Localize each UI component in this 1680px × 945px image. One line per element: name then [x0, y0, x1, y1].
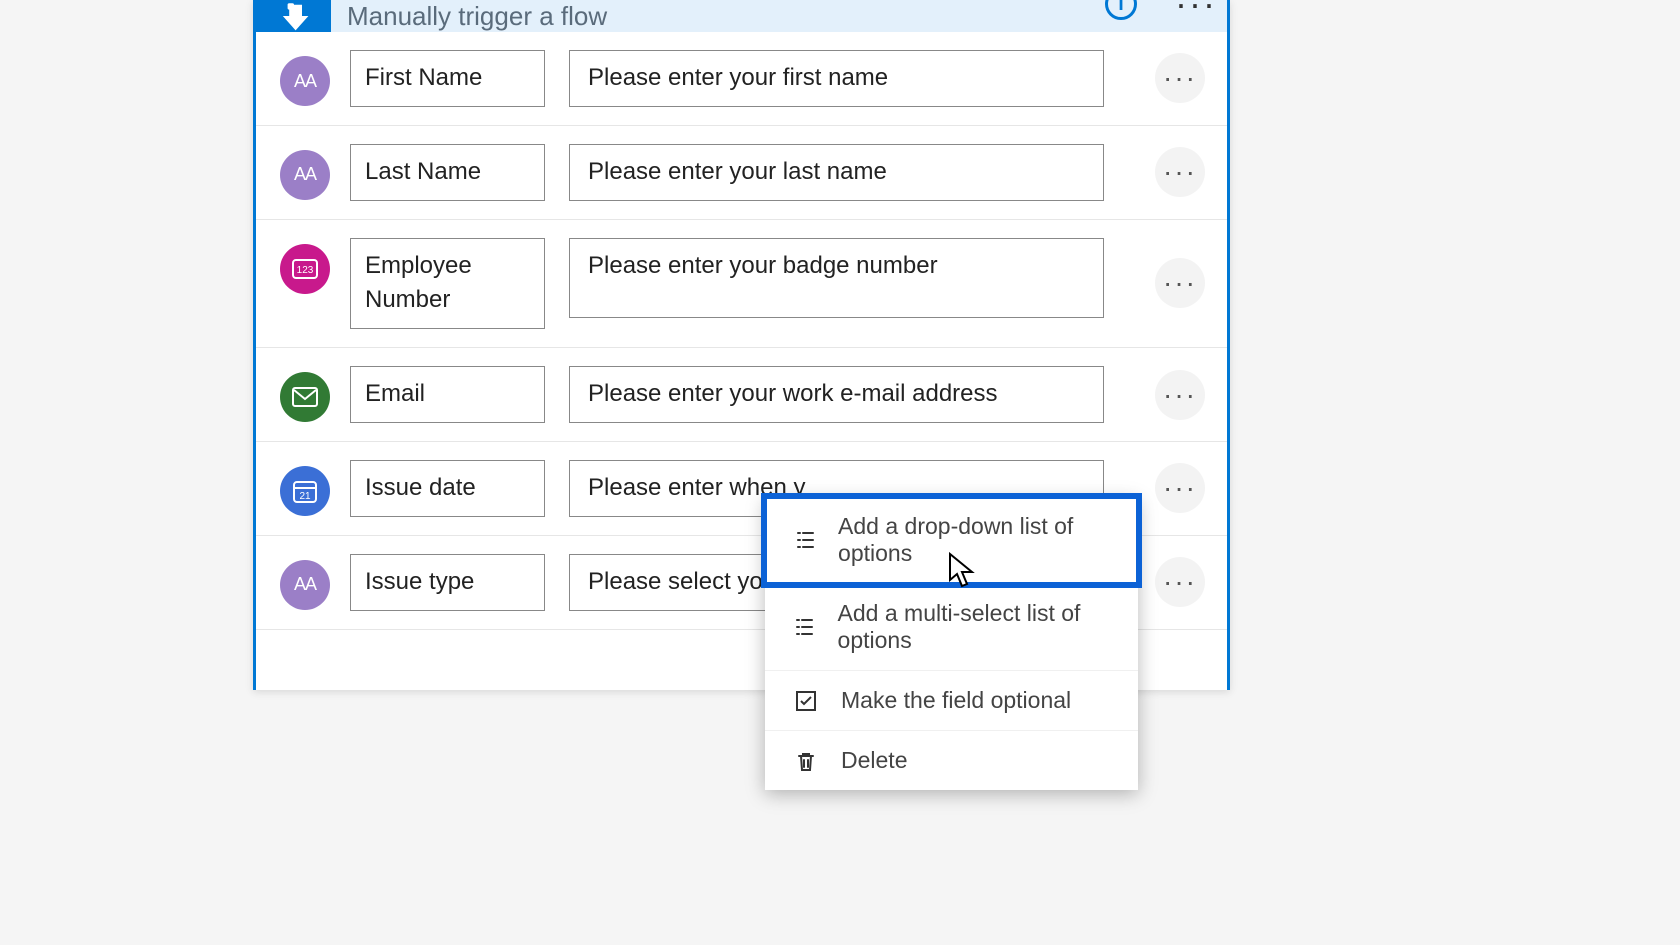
- row-more-button[interactable]: ···: [1155, 370, 1205, 420]
- email-type-icon: [280, 372, 330, 422]
- card-header: Manually trigger a flow i ···: [256, 0, 1227, 32]
- input-placeholder-text: Please enter your work e-mail address: [588, 377, 998, 412]
- row-more-button[interactable]: ···: [1155, 147, 1205, 197]
- input-label[interactable]: First Name: [350, 50, 545, 107]
- menu-item-label: Make the field optional: [841, 687, 1071, 714]
- input-label[interactable]: Employee Number: [350, 238, 545, 330]
- input-label-text: Last Name: [365, 155, 481, 190]
- input-placeholder[interactable]: Please enter your work e-mail address: [569, 366, 1104, 423]
- trash-icon: [793, 750, 819, 772]
- text-type-icon: AA: [280, 150, 330, 200]
- svg-text:21: 21: [299, 491, 311, 502]
- menu-item-label: Add a multi-select list of options: [838, 600, 1118, 654]
- svg-text:123: 123: [297, 265, 314, 276]
- text-type-icon: AA: [280, 56, 330, 106]
- input-label-text: Employee Number: [365, 249, 530, 319]
- checkbox-icon: [793, 690, 819, 712]
- menu-item-label: Add a drop-down list of options: [838, 513, 1118, 567]
- input-placeholder-text: Please enter your badge number: [588, 249, 938, 284]
- context-menu: Add a drop-down list of options Add a mu…: [765, 497, 1138, 790]
- row-more-button[interactable]: ···: [1155, 463, 1205, 513]
- input-row: AA Last Name Please enter your last name…: [256, 126, 1227, 220]
- input-row: Email Please enter your work e-mail addr…: [256, 348, 1227, 442]
- input-label-text: Issue type: [365, 565, 474, 600]
- list-icon: [793, 529, 816, 551]
- input-placeholder-text: Please enter your last name: [588, 155, 887, 190]
- card-title: Manually trigger a flow: [347, 1, 1227, 32]
- input-label[interactable]: Issue type: [350, 554, 545, 611]
- row-more-button[interactable]: ···: [1155, 53, 1205, 103]
- info-icon[interactable]: i: [1105, 0, 1137, 20]
- menu-item-label: Delete: [841, 747, 907, 774]
- menu-delete[interactable]: Delete: [765, 731, 1138, 790]
- trigger-icon: [256, 0, 331, 32]
- input-row: 123 Employee Number Please enter your ba…: [256, 220, 1227, 349]
- input-placeholder[interactable]: Please enter your last name: [569, 144, 1104, 201]
- number-type-icon: 123: [280, 244, 330, 294]
- input-placeholder[interactable]: Please enter your badge number: [569, 238, 1104, 318]
- menu-make-optional[interactable]: Make the field optional: [765, 671, 1138, 731]
- input-label-text: First Name: [365, 61, 482, 96]
- input-label[interactable]: Last Name: [350, 144, 545, 201]
- input-label-text: Email: [365, 377, 425, 412]
- menu-add-multiselect[interactable]: Add a multi-select list of options: [765, 584, 1138, 671]
- list-icon: [793, 616, 816, 638]
- date-type-icon: 21: [280, 466, 330, 516]
- text-type-icon: AA: [280, 560, 330, 610]
- input-placeholder-text: Please enter your first name: [588, 61, 888, 96]
- input-label[interactable]: Issue date: [350, 460, 545, 517]
- input-placeholder[interactable]: Please enter your first name: [569, 50, 1104, 107]
- input-label-text: Issue date: [365, 471, 476, 506]
- input-label[interactable]: Email: [350, 366, 545, 423]
- card-more-button[interactable]: ···: [1175, 1, 1225, 7]
- row-more-button[interactable]: ···: [1155, 258, 1205, 308]
- menu-add-dropdown[interactable]: Add a drop-down list of options: [765, 497, 1138, 584]
- row-more-button[interactable]: ···: [1155, 557, 1205, 607]
- input-row: AA First Name Please enter your first na…: [256, 32, 1227, 126]
